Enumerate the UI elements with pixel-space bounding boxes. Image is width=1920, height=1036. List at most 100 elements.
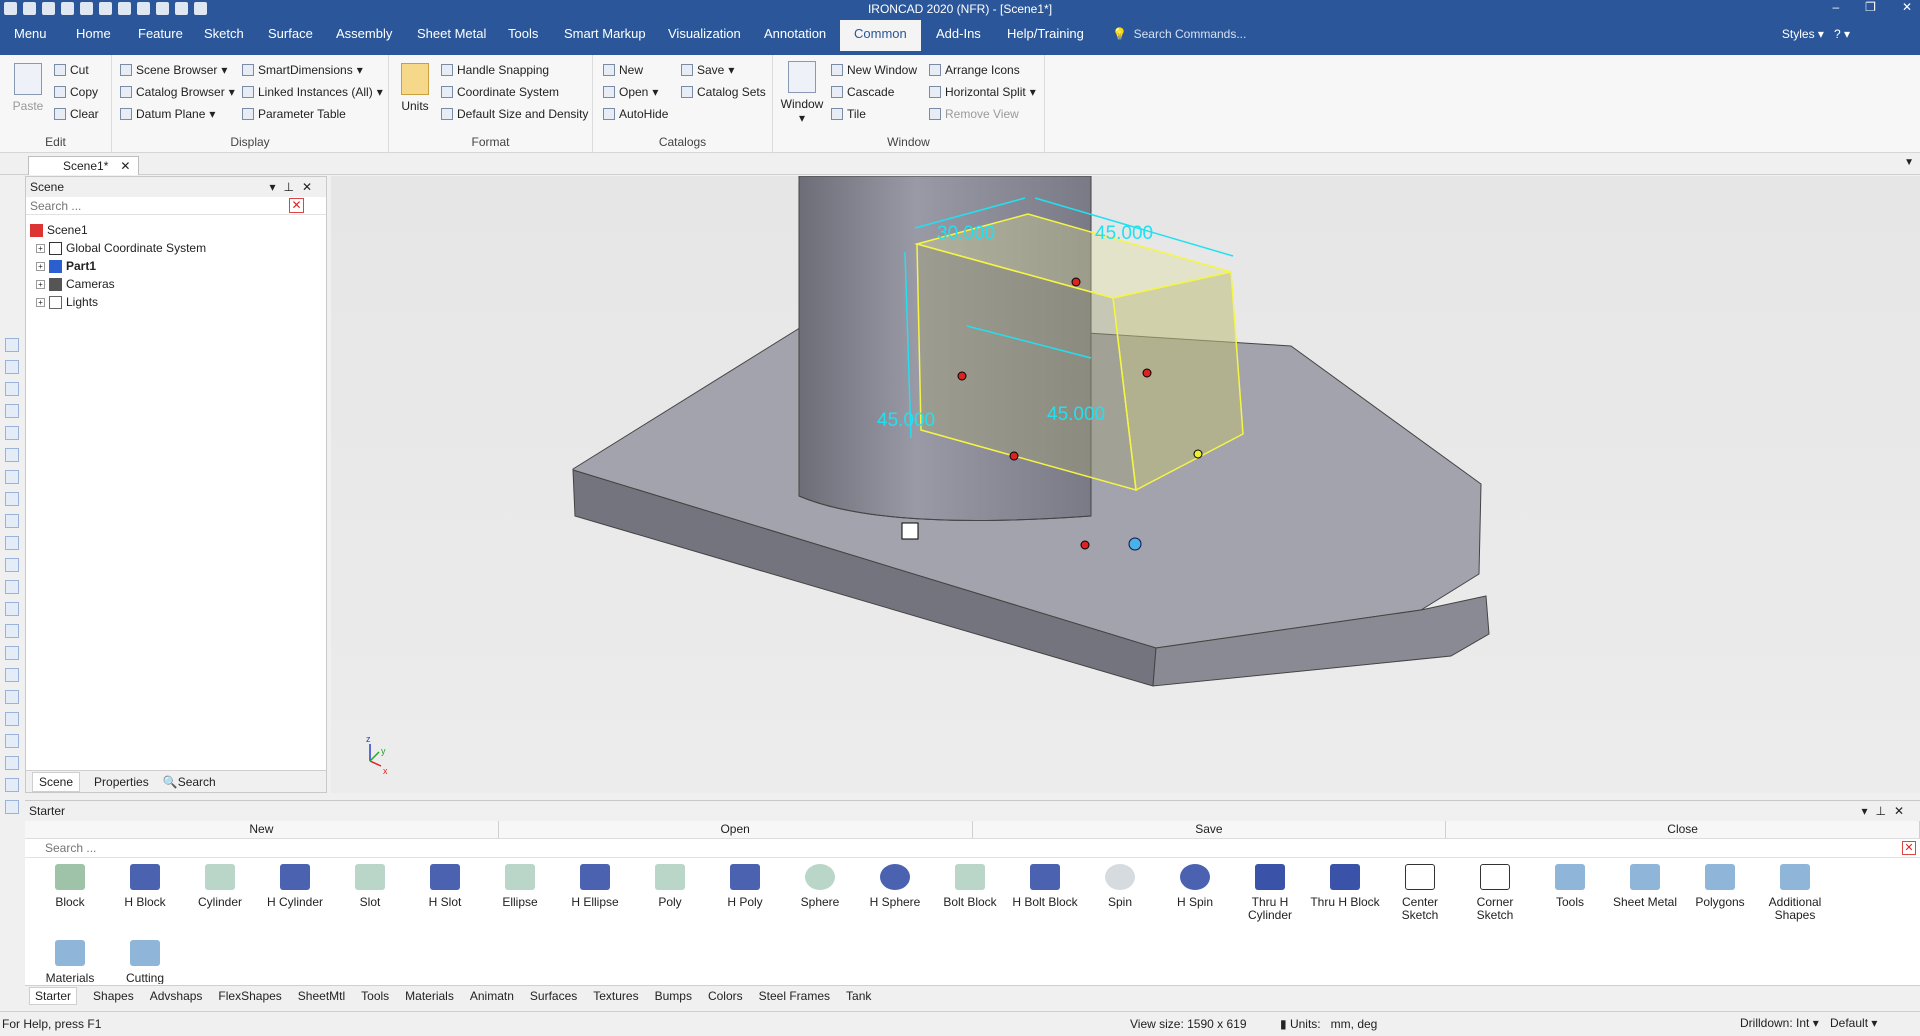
tree-node-part1[interactable]: + Part1 <box>30 257 326 275</box>
catalog-tab[interactable]: Advshaps <box>150 989 203 1003</box>
tab-add-ins[interactable]: Add-Ins <box>936 26 981 41</box>
tool-icon[interactable] <box>5 668 19 682</box>
catalog-item[interactable]: Corner Sketch <box>1458 858 1532 922</box>
catalog-item[interactable]: H Poly <box>708 858 782 909</box>
pin-icon[interactable]: ⊥ <box>283 180 301 194</box>
catalog-tab[interactable]: Shapes <box>93 989 134 1003</box>
expand-icon[interactable]: + <box>36 297 45 307</box>
restore-icon[interactable]: ❐ <box>1865 0 1876 14</box>
catalog-open-button[interactable]: Open ▾ <box>603 85 658 99</box>
dimension-label[interactable]: 30.000 <box>937 223 995 244</box>
tool-icon[interactable] <box>5 624 19 638</box>
dimension-label[interactable]: 45.000 <box>1047 404 1105 425</box>
tree-node-cameras[interactable]: + Cameras <box>30 275 326 293</box>
tab-common[interactable]: Common <box>840 20 921 51</box>
catalog-item[interactable]: Cutting <box>108 934 182 984</box>
dropdown-icon[interactable]: ▾ <box>269 180 283 194</box>
tab-sketch[interactable]: Sketch <box>204 26 244 41</box>
catalog-item[interactable]: Center Sketch <box>1383 858 1457 922</box>
tool-icon[interactable] <box>5 646 19 660</box>
tool-icon[interactable] <box>5 712 19 726</box>
tabs-dropdown-icon[interactable]: ▼ <box>1904 157 1914 168</box>
autohide-button[interactable]: AutoHide <box>603 107 668 121</box>
cascade-button[interactable]: Cascade <box>831 85 894 99</box>
catalog-item[interactable]: Additional Shapes <box>1758 858 1832 922</box>
catalog-tab[interactable]: Tools <box>361 989 389 1003</box>
tab-feature[interactable]: Feature <box>138 26 183 41</box>
catalog-item[interactable]: Polygons <box>1683 858 1757 909</box>
tool-icon[interactable] <box>5 448 19 462</box>
resize-handle[interactable] <box>957 371 967 381</box>
minimize-icon[interactable]: – <box>1832 0 1839 14</box>
horizontal-split-button[interactable]: Horizontal Split ▾ <box>929 85 1036 99</box>
catalog-sets-button[interactable]: Catalog Sets <box>681 85 766 99</box>
expand-icon[interactable]: + <box>36 261 45 271</box>
catalog-item[interactable]: H Block <box>108 858 182 909</box>
expand-icon[interactable]: + <box>36 279 45 289</box>
catalog-item[interactable]: H Ellipse <box>558 858 632 909</box>
catalog-item[interactable]: Materials <box>33 934 107 984</box>
default-select[interactable]: Default ▾ <box>1830 1016 1877 1030</box>
tool-icon[interactable] <box>5 470 19 484</box>
catalog-save-button[interactable]: Save ▾ <box>681 63 734 77</box>
dimension-label[interactable]: 45.000 <box>877 410 935 431</box>
clear-button[interactable]: Clear <box>54 107 99 121</box>
tab-tools[interactable]: Tools <box>508 26 538 41</box>
close-icon[interactable]: ✕ <box>302 180 320 194</box>
catalog-item[interactable]: H Spin <box>1158 858 1232 909</box>
resize-handle[interactable] <box>1071 277 1081 287</box>
tool-icon[interactable] <box>5 404 19 418</box>
linked-instances-button[interactable]: Linked Instances (All) ▾ <box>242 85 383 99</box>
tool-icon[interactable] <box>5 558 19 572</box>
help-icon[interactable]: ? <box>1834 27 1841 41</box>
catalog-item[interactable]: Sphere <box>783 858 857 909</box>
catalog-item[interactable]: Ellipse <box>483 858 557 909</box>
scene-search-input[interactable] <box>26 197 286 214</box>
catalog-save-action[interactable]: Save <box>973 821 1447 838</box>
catalog-tab[interactable]: Textures <box>593 989 638 1003</box>
catalog-tab[interactable]: Animatn <box>470 989 514 1003</box>
tile-button[interactable]: Tile <box>831 107 866 121</box>
catalog-item[interactable]: Thru H Cylinder <box>1233 858 1307 922</box>
catalog-tab[interactable]: Tank <box>846 989 871 1003</box>
smart-dimensions-button[interactable]: SmartDimensions ▾ <box>242 63 363 77</box>
catalog-tab[interactable]: Steel Frames <box>759 989 830 1003</box>
tool-icon[interactable] <box>5 536 19 550</box>
tab-visualization[interactable]: Visualization <box>668 26 741 41</box>
panel-tab-properties[interactable]: Properties <box>94 775 149 789</box>
tab-sheet-metal[interactable]: Sheet Metal <box>417 26 486 41</box>
catalog-new-button[interactable]: New <box>603 63 643 77</box>
catalog-new-action[interactable]: New <box>25 821 499 838</box>
copy-button[interactable]: Copy <box>54 85 98 99</box>
tab-home[interactable]: Home <box>76 26 111 41</box>
resize-handle[interactable] <box>1080 540 1090 550</box>
catalog-item[interactable]: Tools <box>1533 858 1607 909</box>
parameter-table-button[interactable]: Parameter Table <box>242 107 346 121</box>
new-window-button[interactable]: New Window <box>831 63 917 77</box>
3d-viewport[interactable]: 30.000 45.000 45.000 45.000 z y x <box>331 176 1920 793</box>
catalog-browser-button[interactable]: Catalog Browser ▾ <box>120 85 235 99</box>
tool-icon[interactable] <box>5 338 19 352</box>
tool-icon[interactable] <box>5 734 19 748</box>
tool-icon[interactable] <box>5 514 19 528</box>
cut-button[interactable]: Cut <box>54 63 89 77</box>
catalog-item[interactable]: H Slot <box>408 858 482 909</box>
tab-surface[interactable]: Surface <box>268 26 313 41</box>
catalog-item[interactable]: Thru H Block <box>1308 858 1382 909</box>
paste-button[interactable]: Paste <box>10 63 46 113</box>
units-button[interactable]: Units <box>397 63 433 113</box>
catalog-tab[interactable]: Materials <box>405 989 454 1003</box>
catalog-item[interactable]: Block <box>33 858 107 909</box>
catalog-tab[interactable]: FlexShapes <box>218 989 281 1003</box>
tab-annotation[interactable]: Annotation <box>764 26 826 41</box>
catalog-item[interactable]: Bolt Block <box>933 858 1007 909</box>
tab-menu[interactable]: Menu <box>14 26 47 41</box>
dimension-label[interactable]: 45.000 <box>1095 223 1153 244</box>
scene-browser-button[interactable]: Scene Browser ▾ <box>120 63 227 77</box>
drilldown-select[interactable]: Drilldown: Int ▾ <box>1740 1016 1819 1030</box>
tool-icon[interactable] <box>5 778 19 792</box>
close-icon[interactable]: ✕ <box>1894 804 1912 818</box>
resize-handle[interactable] <box>1142 368 1152 378</box>
remove-view-button[interactable]: Remove View <box>929 107 1019 121</box>
clear-search-icon[interactable]: ✕ <box>289 198 304 213</box>
